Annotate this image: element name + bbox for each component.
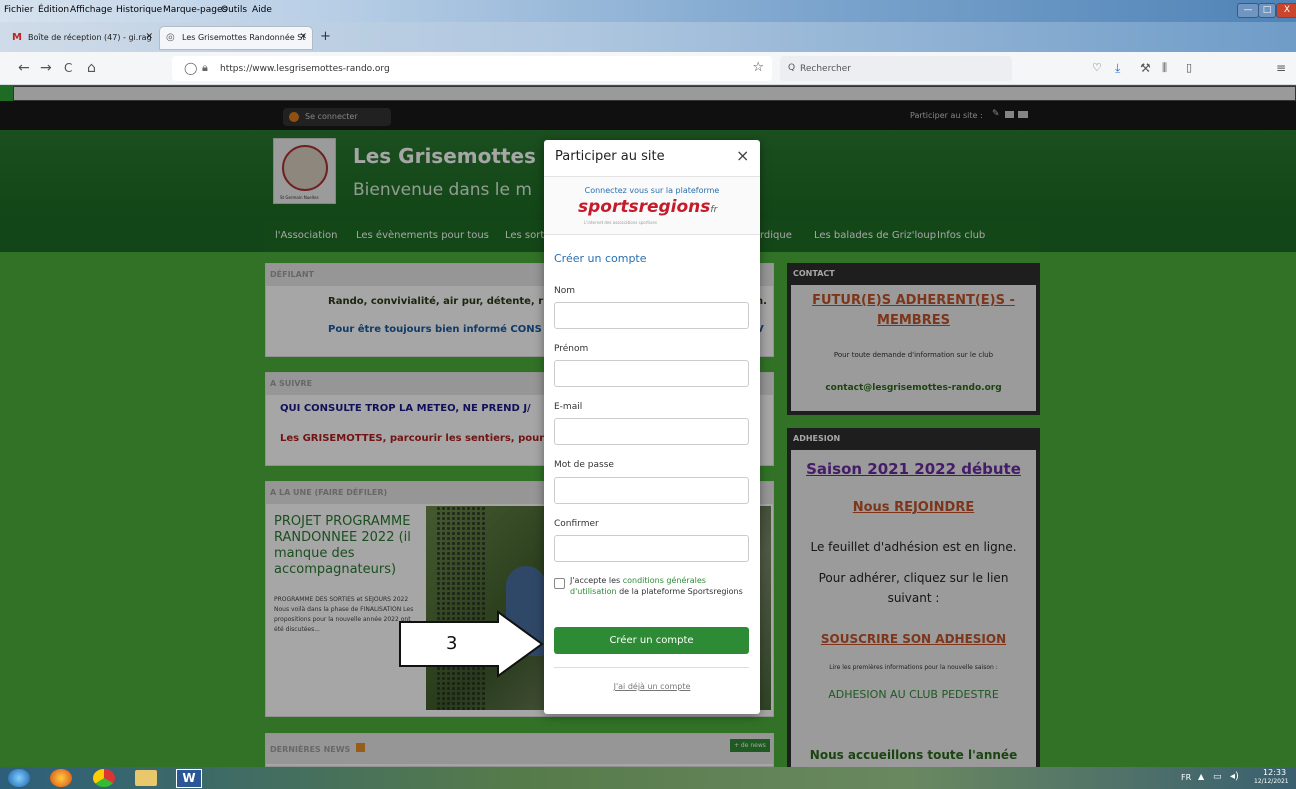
menu-affichage[interactable]: Affichage: [70, 5, 112, 15]
modal-title: Participer au site: [555, 149, 665, 164]
password-input[interactable]: [554, 477, 749, 504]
close-tab-icon[interactable]: ✕: [299, 32, 307, 42]
lock-icon[interactable]: 🔒︎: [202, 61, 208, 75]
chrome-icon[interactable]: [93, 769, 115, 787]
menu-marque-pages[interactable]: Marque-pages: [163, 5, 227, 15]
tab-bar: M Boîte de réception (47) - gi.rag ✕ ◎ L…: [0, 22, 1296, 52]
terms-checkbox[interactable]: [554, 578, 565, 589]
clock-time[interactable]: 12:33: [1263, 768, 1286, 777]
brand-tagline: L'internet des associations sportives: [584, 220, 657, 225]
forward-icon[interactable]: →: [40, 60, 52, 76]
create-account-heading: Créer un compte: [554, 252, 647, 265]
email-label: E-mail: [554, 402, 583, 412]
minimize-button[interactable]: —: [1237, 3, 1259, 18]
shield-icon[interactable]: ◯: [184, 61, 197, 75]
maximize-button[interactable]: □: [1258, 3, 1276, 18]
menu-icon[interactable]: ≡: [1276, 60, 1286, 76]
sidebar-icon[interactable]: ▯: [1186, 60, 1192, 76]
language-indicator[interactable]: FR: [1181, 773, 1191, 782]
tab-label: Les Grisemottes Randonnée St: [182, 33, 306, 42]
download-icon[interactable]: ⤓: [1115, 60, 1120, 76]
taskbar: W FR ▲ ▭ ◂) 12:33 12/12/2021: [0, 767, 1296, 789]
search-input[interactable]: Q Rechercher: [780, 56, 1012, 81]
search-icon: Q: [788, 63, 796, 73]
library-icon[interactable]: ⫼: [1162, 60, 1167, 76]
email-input[interactable]: [554, 418, 749, 445]
confirm-label: Confirmer: [554, 519, 599, 529]
url-bar[interactable]: ◯ 🔒︎ https://www.lesgrisemottes-rando.or…: [172, 56, 772, 81]
platform-banner: Connectez vous sur la plateforme sportsr…: [544, 176, 760, 235]
reload-icon[interactable]: C: [64, 60, 72, 76]
prenom-input[interactable]: [554, 360, 749, 387]
terms-prefix: J'accepte les: [570, 576, 623, 585]
menu-edition[interactable]: Édition: [38, 5, 69, 15]
nom-label: Nom: [554, 286, 576, 296]
word-icon[interactable]: W: [176, 769, 202, 788]
nom-input[interactable]: [554, 302, 749, 329]
step-number: 3: [446, 633, 458, 654]
confirm-password-input[interactable]: [554, 535, 749, 562]
site-favicon-icon: ◎: [166, 32, 175, 43]
terms-text: J'accepte les conditions générales d'uti…: [570, 575, 748, 597]
connect-text: Connectez vous sur la plateforme: [584, 186, 720, 195]
navigation-bar: ← → C ⌂ ◯ 🔒︎ https://www.lesgrisemottes-…: [0, 52, 1296, 127]
gmail-icon: M: [12, 32, 22, 43]
tab-gmail[interactable]: M Boîte de réception (47) - gi.rag ✕: [6, 27, 158, 49]
tray-expand-icon[interactable]: ▲: [1198, 772, 1204, 781]
brand-tld: fr: [710, 205, 718, 215]
network-icon[interactable]: ▭: [1213, 772, 1222, 782]
close-window-button[interactable]: X: [1276, 3, 1296, 18]
tab-label: Boîte de réception (47) - gi.rag: [28, 33, 152, 42]
password-label: Mot de passe: [554, 460, 614, 470]
arrow-shape: [399, 610, 544, 678]
bookmark-star-icon[interactable]: ☆: [752, 60, 764, 75]
menu-outils[interactable]: Outils: [221, 5, 247, 15]
prenom-label: Prénom: [554, 344, 589, 354]
participate-modal: Participer au site × Connectez vous sur …: [544, 140, 760, 714]
terms-suffix: de la plateforme Sportsregions: [616, 587, 743, 596]
search-placeholder: Rechercher: [800, 64, 851, 74]
close-icon[interactable]: ×: [736, 146, 749, 165]
brand-name: sportsregions: [578, 197, 711, 217]
menu-fichier[interactable]: Fichier: [4, 5, 33, 15]
pocket-icon[interactable]: ♡: [1092, 60, 1102, 76]
sportsregions-logo[interactable]: sportsregionsfr: [578, 197, 717, 217]
folder-icon[interactable]: [135, 770, 157, 786]
back-icon[interactable]: ←: [18, 60, 30, 76]
menu-bar: Fichier Édition Affichage Historique Mar…: [0, 0, 1296, 22]
menu-historique[interactable]: Historique: [116, 5, 162, 15]
modal-divider: [554, 667, 749, 668]
home-icon[interactable]: ⌂: [87, 60, 96, 76]
tab-grisemottes[interactable]: ◎ Les Grisemottes Randonnée St ✕: [160, 27, 312, 49]
new-tab-button[interactable]: +: [320, 29, 331, 44]
close-tab-icon[interactable]: ✕: [145, 32, 153, 42]
already-have-account-link[interactable]: J'ai déjà un compte: [544, 682, 760, 691]
tutorial-arrow: [399, 610, 544, 678]
clock-date[interactable]: 12/12/2021: [1254, 778, 1289, 785]
volume-icon[interactable]: ◂): [1230, 771, 1239, 782]
menu-aide[interactable]: Aide: [252, 5, 272, 15]
url-text[interactable]: https://www.lesgrisemottes-rando.org: [220, 64, 390, 74]
firefox-icon[interactable]: [50, 769, 72, 787]
bookmarks-strip: [13, 86, 1296, 101]
tools-icon[interactable]: ⚒: [1140, 60, 1151, 76]
create-account-button[interactable]: Créer un compte: [554, 627, 749, 654]
start-icon[interactable]: [8, 769, 30, 787]
